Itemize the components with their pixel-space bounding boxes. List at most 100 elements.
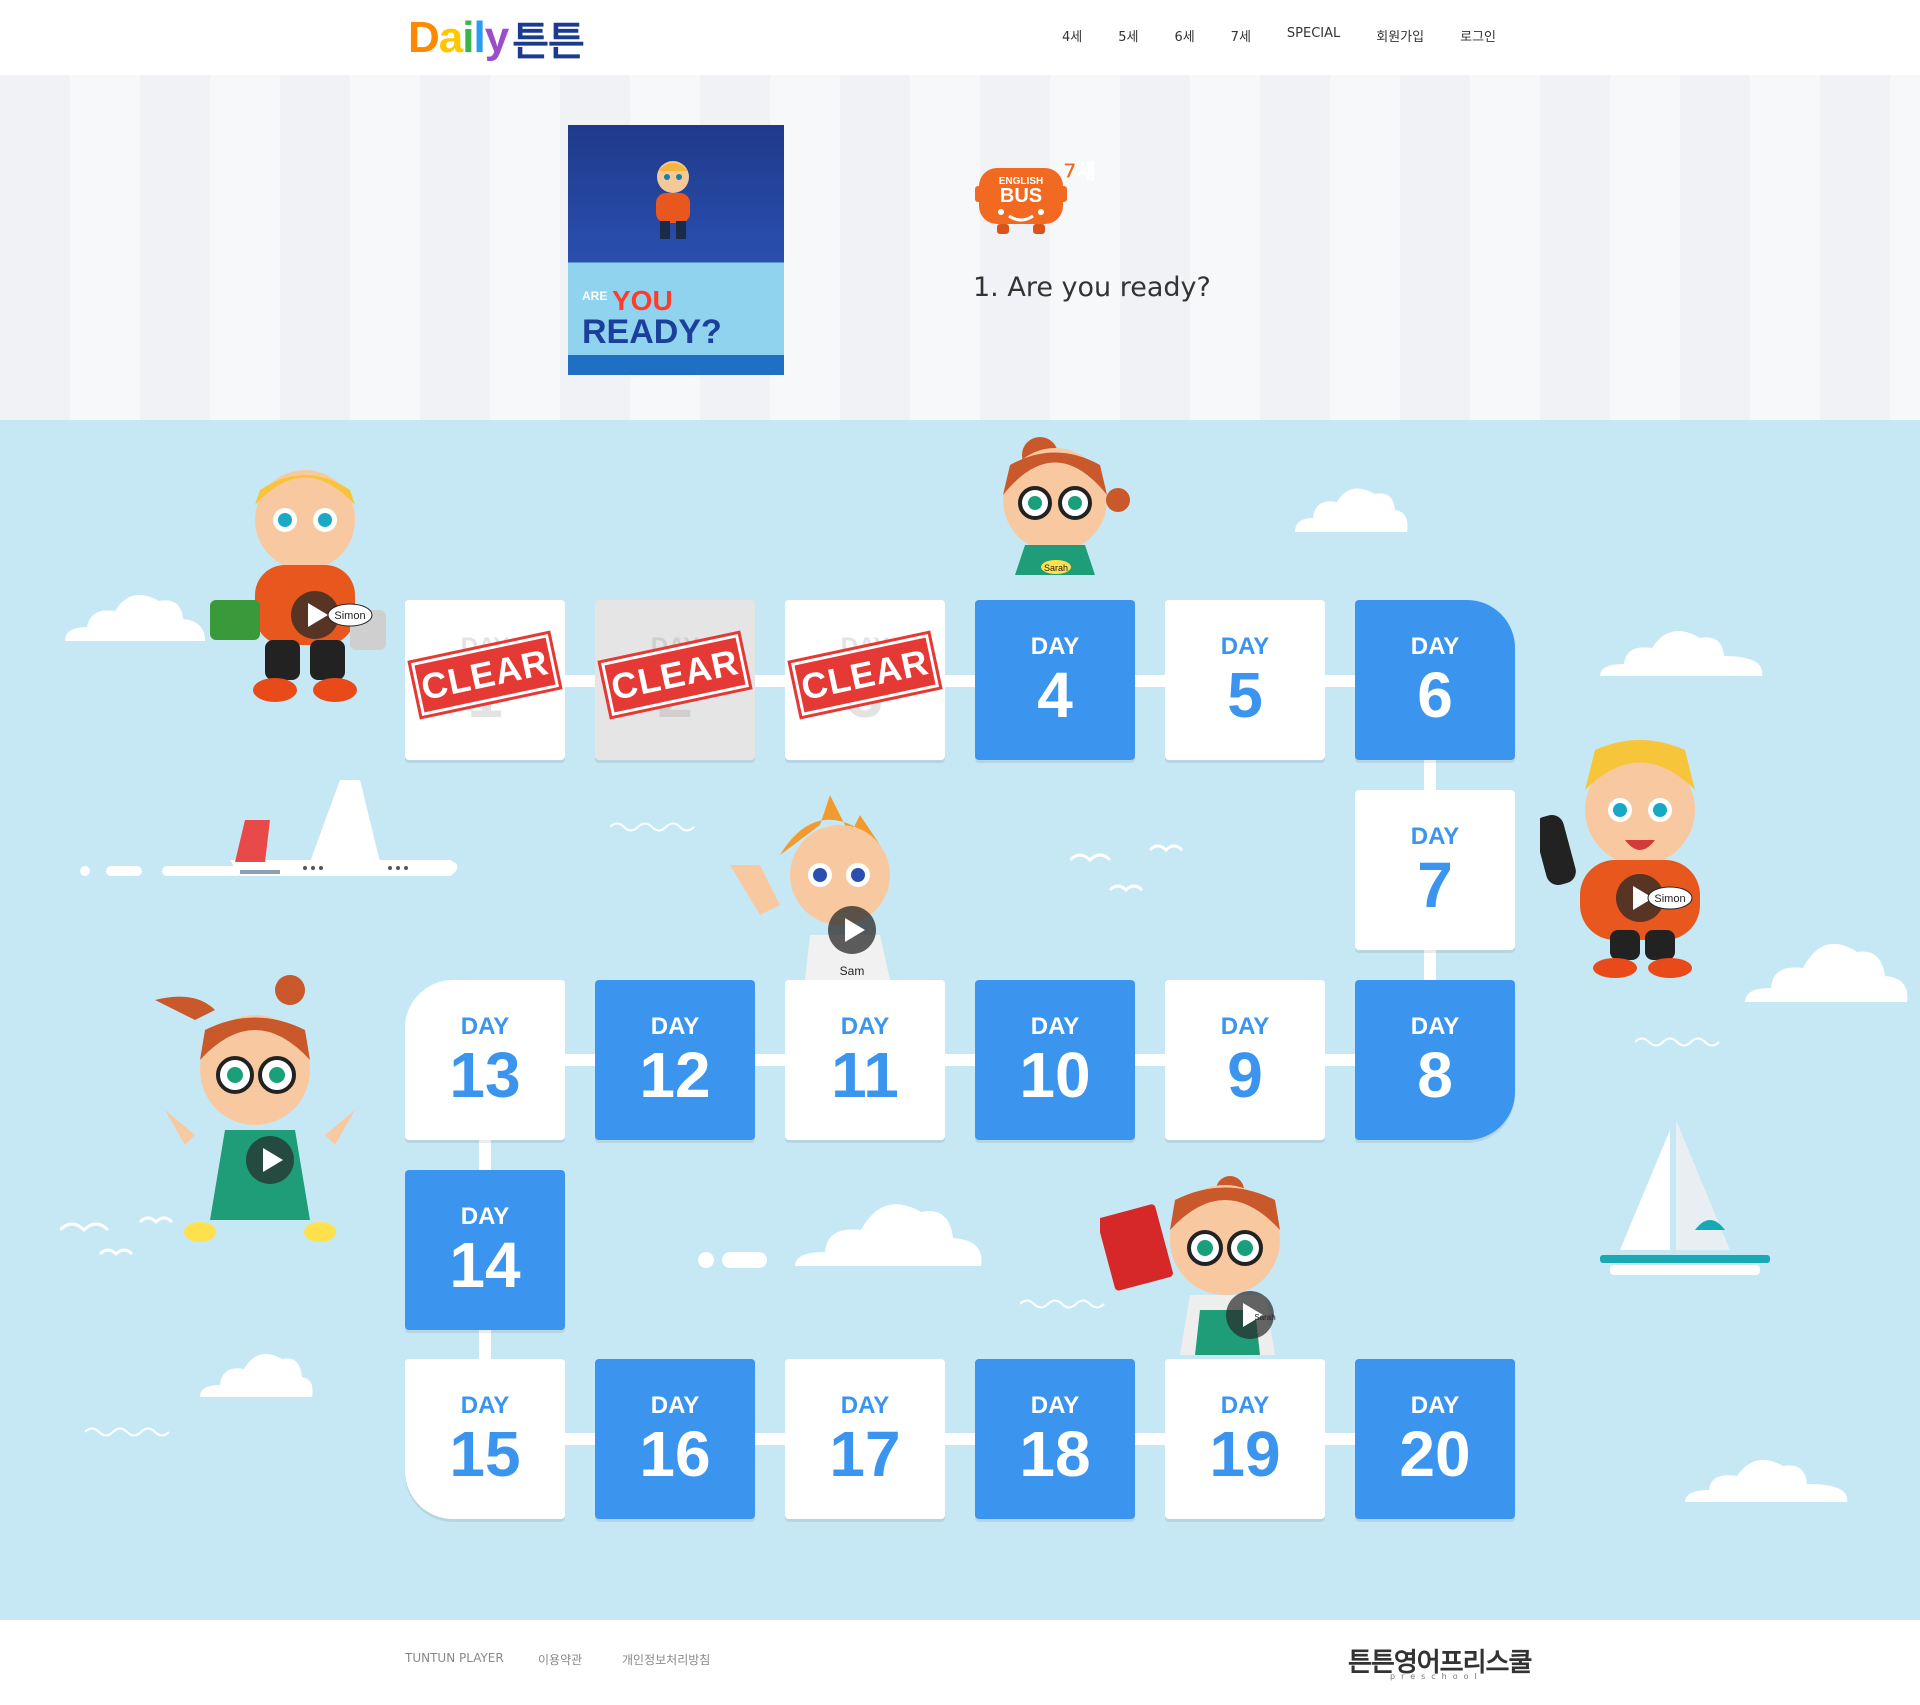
day-number: 14 xyxy=(449,1229,521,1301)
day-tile-14[interactable]: DAY 14 xyxy=(405,1170,565,1330)
footer-link-privacy[interactable]: 개인정보처리방침 xyxy=(622,1651,710,1668)
day-label: DAY xyxy=(1030,1013,1080,1040)
footer-logo-sub: preschool xyxy=(1390,1672,1483,1681)
main-nav: 4세 5세 6세 7세 SPECIAL 회원가입 로그인 xyxy=(1026,26,1496,45)
character-name: Simon xyxy=(1654,893,1685,905)
character-name: Sarah xyxy=(1044,563,1068,573)
day-number: 16 xyxy=(639,1418,711,1490)
airplane-icon xyxy=(80,780,458,876)
nav-age-6[interactable]: 6세 xyxy=(1174,26,1194,45)
day-number: 15 xyxy=(449,1418,521,1490)
simon-character-video[interactable]: Simon xyxy=(210,460,400,710)
nav-age-4[interactable]: 4세 xyxy=(1062,26,1082,45)
character-name: Sarah xyxy=(1254,1313,1275,1322)
wave-icon xyxy=(610,822,695,832)
day-label: DAY xyxy=(840,1013,890,1040)
day-label: DAY xyxy=(840,1392,890,1419)
logo-letter: i xyxy=(462,13,474,62)
day-tile-3[interactable]: DAY 3 CLEAR xyxy=(785,600,945,760)
day-number: 6 xyxy=(1417,659,1453,731)
logo-letter: l xyxy=(473,13,486,62)
site-footer: TUNTUN PLAYER 이용약관 개인정보처리방침 튼튼영어프리스쿨 pre… xyxy=(0,1620,1920,1705)
day-label: DAY xyxy=(460,1203,510,1230)
character-name: Sam xyxy=(840,964,865,978)
cloud-icon xyxy=(1685,1459,1848,1502)
nav-signup[interactable]: 회원가입 xyxy=(1376,26,1424,45)
day-tile-6[interactable]: DAY 6 xyxy=(1355,600,1515,760)
sam-character-video[interactable]: Sam xyxy=(730,795,920,980)
day-label: DAY xyxy=(1220,633,1270,660)
day-tile-13[interactable]: DAY 13 xyxy=(405,980,565,1140)
day-number: 12 xyxy=(639,1039,711,1111)
cloud-icon xyxy=(1600,630,1763,676)
day-tile-4[interactable]: DAY 4 xyxy=(975,600,1135,760)
sarah-reading-character-video[interactable]: Sarah xyxy=(1100,1170,1320,1355)
day-number: 7 xyxy=(1417,849,1453,921)
cloud-icon xyxy=(1745,943,1908,1002)
logo-letter: a xyxy=(438,13,464,62)
day-label: DAY xyxy=(1030,1392,1080,1419)
footer-link-terms[interactable]: 이용약관 xyxy=(538,1651,582,1668)
day-number: 8 xyxy=(1417,1039,1453,1111)
day-tile-11[interactable]: DAY 11 xyxy=(785,980,945,1140)
day-label: DAY xyxy=(650,1013,700,1040)
day-tile-7[interactable]: DAY 7 xyxy=(1355,790,1515,950)
footer-link-player[interactable]: TUNTUN PLAYER xyxy=(405,1651,504,1665)
day-label: DAY xyxy=(1410,1013,1460,1040)
day-tile-2[interactable]: DAY 2 CLEAR xyxy=(595,600,755,760)
day-tile-1[interactable]: DAY 1 CLEAR xyxy=(405,600,565,760)
day-tile-5[interactable]: DAY 5 xyxy=(1165,600,1325,760)
dash-decoration xyxy=(698,1252,767,1268)
day-tile-17[interactable]: DAY 17 xyxy=(785,1359,945,1519)
wave-icon xyxy=(85,1427,170,1437)
nav-special[interactable]: SPECIAL xyxy=(1287,26,1340,45)
site-header: D a i l y 튼튼 4세 5세 6세 7세 SPECIAL 회원가입 로그… xyxy=(0,0,1920,75)
day-tile-18[interactable]: DAY 18 xyxy=(975,1359,1135,1519)
cloud-icon xyxy=(1295,488,1408,532)
day-tile-15[interactable]: DAY 15 xyxy=(405,1359,565,1519)
site-logo[interactable]: D a i l y 튼튼 xyxy=(408,13,585,65)
birds-icon xyxy=(1070,844,1184,893)
day-number: 10 xyxy=(1019,1039,1091,1111)
lesson-title: 1. Are you ready? xyxy=(973,272,1211,303)
logo-korean: 튼튼 xyxy=(512,19,585,65)
day-number: 17 xyxy=(829,1418,901,1490)
nav-login[interactable]: 로그인 xyxy=(1460,26,1496,45)
nav-age-5[interactable]: 5세 xyxy=(1118,26,1138,45)
wave-icon xyxy=(1020,1299,1105,1309)
day-label: DAY xyxy=(1410,633,1460,660)
day-label: DAY xyxy=(460,1392,510,1419)
day-label: DAY xyxy=(1220,1392,1270,1419)
day-tile-9[interactable]: DAY 9 xyxy=(1165,980,1325,1140)
day-board: Simon Sarah Sam Simon Sarah CLEAR CLEAR … xyxy=(0,420,1920,1620)
day-tile-20[interactable]: DAY 20 xyxy=(1355,1359,1515,1519)
day-label: DAY xyxy=(1410,823,1460,850)
day-label: DAY xyxy=(460,1013,510,1040)
simon-character-video[interactable]: Simon xyxy=(1540,730,1740,980)
sarah-character-video[interactable] xyxy=(155,970,365,1250)
day-number: 18 xyxy=(1019,1418,1091,1490)
day-number: 20 xyxy=(1399,1418,1471,1490)
logo-letter: y xyxy=(484,13,510,62)
day-tile-8[interactable]: DAY 8 xyxy=(1355,980,1515,1140)
sailboat-icon xyxy=(1600,1120,1770,1275)
cover-title-are: ARE xyxy=(582,289,608,303)
cloud-icon xyxy=(200,1353,313,1397)
day-number: 13 xyxy=(449,1039,521,1111)
day-number: 5 xyxy=(1227,659,1263,731)
bus-badge-line2: BUS xyxy=(1000,185,1042,207)
day-tile-12[interactable]: DAY 12 xyxy=(595,980,755,1140)
day-number: 19 xyxy=(1209,1418,1281,1490)
day-label: DAY xyxy=(1030,633,1080,660)
character-name: Simon xyxy=(334,610,365,622)
day-number: 9 xyxy=(1227,1039,1263,1111)
cloud-icon xyxy=(65,594,205,641)
day-tile-10[interactable]: DAY 10 xyxy=(975,980,1135,1140)
cloud-icon xyxy=(795,1204,982,1266)
day-label: DAY xyxy=(1410,1392,1460,1419)
nav-age-7[interactable]: 7세 xyxy=(1231,26,1251,45)
sarah-character: Sarah xyxy=(1003,437,1130,575)
cover-title-ready: READY? xyxy=(582,313,722,351)
day-tile-16[interactable]: DAY 16 xyxy=(595,1359,755,1519)
day-tile-19[interactable]: DAY 19 xyxy=(1165,1359,1325,1519)
